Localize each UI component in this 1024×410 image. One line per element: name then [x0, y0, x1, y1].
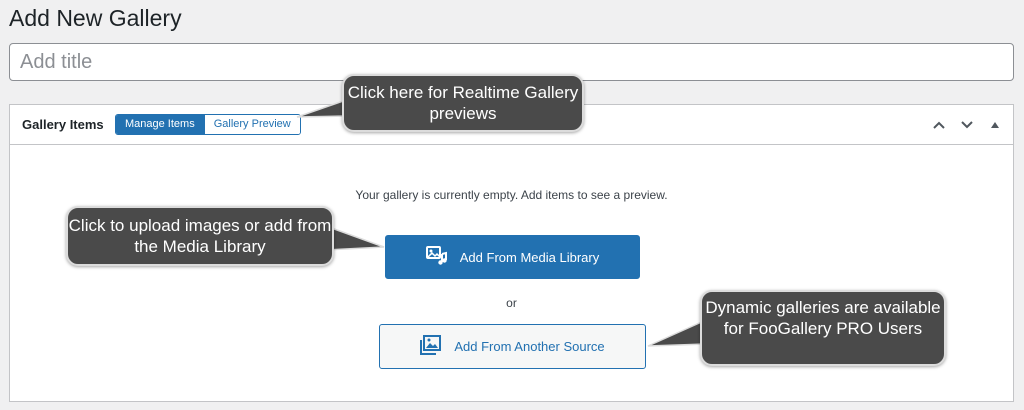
- tab-gallery-preview[interactable]: Gallery Preview: [203, 115, 300, 134]
- chevron-up-icon[interactable]: [929, 115, 949, 135]
- callout-upload-images: Click to upload images or add from the M…: [66, 206, 334, 266]
- tab-manage-items[interactable]: Manage Items: [116, 115, 204, 134]
- page-title: Add New Gallery: [9, 5, 182, 31]
- callout-dynamic-galleries: Dynamic galleries are available for FooG…: [700, 290, 946, 366]
- add-from-another-source-label: Add From Another Source: [454, 339, 605, 354]
- callout-realtime-preview: Click here for Realtime Gallery previews: [342, 74, 584, 132]
- gallery-icon: [420, 335, 442, 358]
- add-new-gallery-page: Add New Gallery Gallery Items Manage Ite…: [0, 0, 1024, 410]
- add-from-media-library-button[interactable]: Add From Media Library: [385, 235, 640, 279]
- callout-pointer-dynamic: [647, 318, 707, 347]
- chevron-down-icon[interactable]: [957, 115, 977, 135]
- triangle-up-icon[interactable]: [985, 115, 1005, 135]
- media-library-icon: [425, 245, 448, 269]
- add-from-media-library-label: Add From Media Library: [459, 249, 600, 265]
- empty-gallery-message: Your gallery is currently empty. Add ite…: [355, 188, 668, 202]
- view-toggle-group: Manage Items Gallery Preview: [115, 114, 301, 135]
- panel-header-controls: [929, 115, 1005, 135]
- add-from-another-source-button[interactable]: Add From Another Source: [379, 324, 646, 369]
- panel-title: Gallery Items: [22, 117, 104, 132]
